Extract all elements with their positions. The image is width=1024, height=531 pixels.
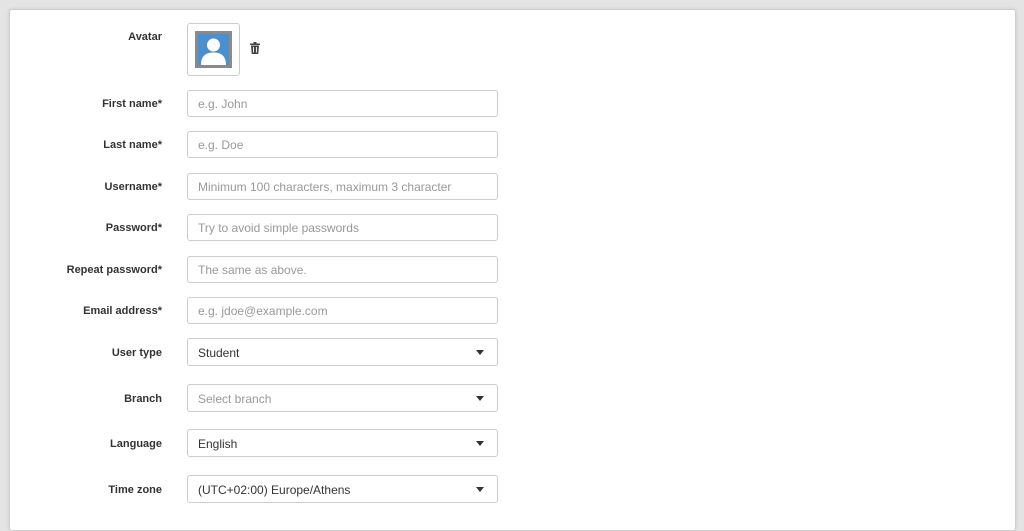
email-input[interactable] [188,298,497,323]
repeat-password-label: Repeat password* [66,264,162,276]
time-zone-label: Time zone [108,484,162,496]
language-select[interactable]: English [187,429,498,457]
caret-down-icon [476,441,484,446]
user-form-panel: Avatar First name* Last name* [9,9,1016,531]
branch-select[interactable]: Select branch [187,384,498,412]
last-name-input[interactable] [188,132,497,157]
branch-label: Branch [124,393,162,405]
user-type-select[interactable]: Student [187,338,498,366]
user-silhouette-icon [195,31,232,68]
caret-down-icon [476,350,484,355]
password-input[interactable] [188,215,497,240]
caret-down-icon [476,396,484,401]
language-label: Language [110,438,162,450]
avatar-label: Avatar [128,31,162,43]
password-label: Password* [105,222,162,234]
caret-down-icon [476,487,484,492]
language-value: English [198,437,238,451]
branch-placeholder: Select branch [198,392,272,406]
user-type-label: User type [111,347,162,359]
password-field-wrapper [187,214,498,241]
repeat-password-field-wrapper [187,256,498,283]
user-type-value: Student [198,346,240,360]
username-field-wrapper [187,173,498,200]
time-zone-select[interactable]: (UTC+02:00) Europe/Athens [187,475,498,503]
last-name-label: Last name* [103,139,162,151]
trash-icon[interactable] [250,41,260,54]
username-input[interactable] [188,174,497,199]
first-name-label: First name* [102,98,162,110]
email-field-wrapper [187,297,498,324]
first-name-field-wrapper [187,90,498,117]
time-zone-value: (UTC+02:00) Europe/Athens [198,483,351,497]
email-label: Email address* [83,305,162,317]
avatar-upload[interactable] [187,23,240,76]
repeat-password-input[interactable] [188,257,497,282]
first-name-input[interactable] [188,91,497,116]
username-label: Username* [104,181,162,193]
last-name-field-wrapper [187,131,498,158]
